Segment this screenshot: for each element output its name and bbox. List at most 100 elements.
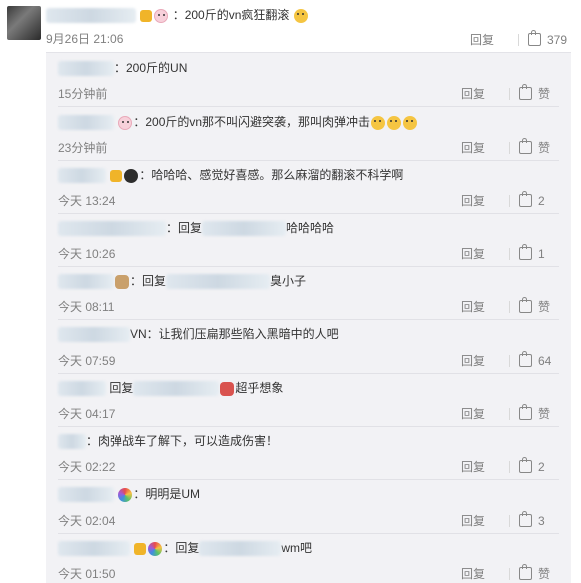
comment-text: ：200斤的UN (114, 61, 188, 75)
like-button[interactable]: 2 (519, 191, 557, 208)
reply-target-blurred[interactable] (166, 274, 271, 290)
list-item: ：哈哈哈、感觉好喜感。那么麻溜的翻滚不科学啊 今天 13:24 回复 2 (46, 161, 571, 214)
username-blurred[interactable] (46, 8, 136, 24)
thumbs-up-icon (519, 191, 532, 207)
rainbow-emoji-icon (148, 541, 163, 556)
comment-actions: 回复 赞 (461, 297, 557, 315)
reply-button[interactable]: 回复 (461, 85, 509, 102)
comment-actions: 回复 赞 (461, 404, 557, 422)
thumbs-up-icon (519, 564, 532, 580)
comment-actions: 回复 2 (461, 191, 557, 209)
username-blurred[interactable] (58, 487, 114, 503)
comment-text: wm吧 (281, 541, 313, 555)
thumbs-up-icon (527, 30, 541, 46)
reply-button[interactable]: 回复 (461, 245, 509, 262)
vip-badge-icon (110, 169, 123, 182)
reply-button[interactable]: 回复 (461, 352, 509, 369)
like-button[interactable]: 赞 (519, 84, 557, 102)
post-time: 9月26日 21:06 (46, 32, 124, 46)
smile-emoji-icon (403, 115, 418, 130)
username-blurred[interactable] (58, 327, 130, 343)
reply-button[interactable]: 回复 (461, 192, 509, 209)
comment-text: VN：让我们压扁那些陷入黑暗中的人吧 (130, 327, 339, 341)
post-actions: 回复 379 (470, 30, 567, 48)
comment-text: ：哈哈哈、感觉好喜感。那么麻溜的翻滚不科学啊 (139, 168, 404, 182)
comment-actions: 回复 2 (461, 457, 557, 475)
like-label: 2 (538, 193, 545, 208)
reply-target-blurred[interactable] (202, 221, 287, 237)
username-blurred[interactable] (58, 61, 114, 77)
reply-button[interactable]: 回复 (461, 298, 509, 315)
reply-button[interactable]: 回复 (461, 405, 509, 422)
comment-time: 今天 10:26 (58, 247, 116, 261)
divider (509, 354, 510, 367)
username-blurred[interactable] (58, 274, 114, 290)
smile-emoji-icon (371, 115, 386, 130)
like-button[interactable]: 2 (519, 457, 557, 474)
divider (509, 87, 510, 100)
list-item: ：200斤的UN 15分钟前 回复 赞 (46, 53, 571, 107)
thumbs-up-icon (519, 244, 532, 260)
thumbs-up-icon (519, 457, 532, 473)
comment-text: ：明明是UM (133, 487, 201, 501)
rainbow-emoji-icon (118, 487, 133, 502)
like-label: 3 (538, 513, 545, 528)
like-button[interactable]: 赞 (519, 138, 557, 156)
comment-actions: 回复 赞 (461, 564, 557, 582)
username-blurred[interactable] (58, 381, 106, 397)
comment-line: ：回复 wm吧 (58, 539, 312, 557)
comment-text: ：肉弹战车了解下，可以造成伤害！ (86, 434, 279, 448)
username-blurred[interactable] (58, 115, 114, 131)
username-blurred[interactable] (58, 434, 86, 450)
thumbs-up-icon (519, 297, 532, 313)
reply-button[interactable]: 回复 (461, 458, 509, 475)
like-button[interactable]: 赞 (519, 564, 557, 582)
reply-button[interactable]: 回复 (470, 31, 518, 48)
username-blurred[interactable] (58, 168, 106, 184)
comment-actions: 回复 赞 (461, 84, 557, 102)
comment-text: 臭小子 (270, 274, 307, 288)
divider (509, 567, 510, 580)
username-blurred[interactable] (58, 541, 130, 557)
list-item: ：回复 臭小子 今天 08:11 回复 赞 (46, 267, 571, 320)
reply-target-blurred[interactable] (199, 541, 282, 557)
reply-button[interactable]: 回复 (461, 565, 509, 582)
reply-button[interactable]: 回复 (461, 139, 509, 156)
comment-time: 今天 04:17 (58, 407, 116, 421)
like-button[interactable]: 赞 (519, 297, 557, 315)
comment-time: 15分钟前 (58, 87, 108, 101)
thumbs-up-icon (519, 404, 532, 420)
username-blurred[interactable] (58, 221, 166, 237)
like-label: 赞 (538, 407, 551, 421)
like-button[interactable]: 1 (519, 244, 557, 261)
like-label: 赞 (538, 300, 551, 314)
divider (509, 460, 510, 473)
comment-line: ：回复 臭小子 (58, 272, 306, 290)
comment-line: ：回复 哈哈哈哈 (58, 219, 334, 237)
reply-target-blurred[interactable] (133, 381, 220, 397)
list-item: ：200斤的vn那不叫闪避突袭，那叫肉弹冲击 23分钟前 回复 赞 (46, 107, 571, 161)
like-label: 赞 (538, 567, 551, 581)
smile-emoji-icon (293, 8, 308, 23)
divider (509, 247, 510, 260)
divider (509, 141, 510, 154)
comment-actions: 回复 赞 (461, 138, 557, 156)
like-button[interactable]: 379 (527, 30, 567, 47)
like-button[interactable]: 64 (519, 351, 557, 368)
reply-prefix: ：回复 (163, 541, 200, 555)
avatar[interactable] (7, 6, 41, 40)
pig-emoji-icon (154, 8, 169, 23)
post-content: ：200斤的vn疯狂翻滚 (46, 6, 309, 24)
thumbs-up-icon (519, 351, 532, 367)
comment-time: 今天 01:50 (58, 567, 116, 581)
comment-line: 回复 超乎想象 (58, 379, 283, 397)
thumbs-up-icon (519, 138, 532, 154)
main-post: ：200斤的vn疯狂翻滚 9月26日 21:06 回复 379 (0, 0, 581, 52)
like-button[interactable]: 赞 (519, 404, 557, 422)
like-button[interactable]: 3 (519, 511, 557, 528)
vip-badge-icon (134, 542, 147, 555)
reply-prefix: 回复 (109, 381, 134, 395)
divider (509, 407, 510, 420)
reply-button[interactable]: 回复 (461, 512, 509, 529)
vip-badge-icon (140, 9, 153, 22)
